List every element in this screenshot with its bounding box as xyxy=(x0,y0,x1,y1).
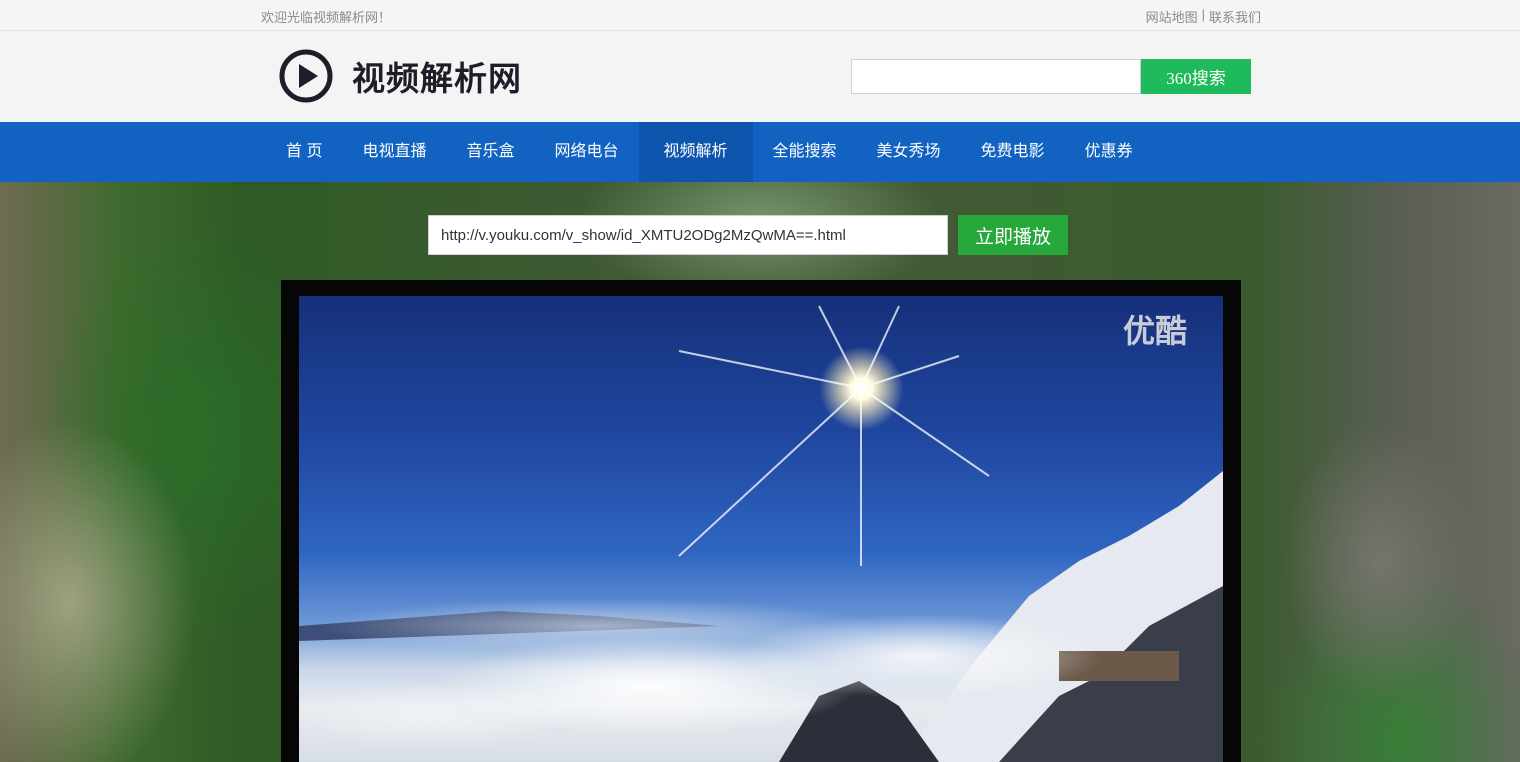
hero-section: 立即播放 优酷 xyxy=(0,182,1520,762)
nav-item-music-box[interactable]: 音乐盒 xyxy=(446,122,534,182)
top-links: 网站地图 | 联系我们 xyxy=(1146,7,1261,26)
logo-text: 视频解析网 xyxy=(352,59,522,98)
search-form: 360搜索 xyxy=(851,59,1251,94)
link-separator: | xyxy=(1201,7,1205,22)
video-frame: 优酷 xyxy=(299,296,1223,762)
nav-item-radio[interactable]: 网络电台 xyxy=(534,122,638,182)
youku-watermark: 优酷 xyxy=(1122,312,1187,350)
site-header: 视频解析网 360搜索 xyxy=(0,32,1520,122)
play-circle-icon xyxy=(278,48,334,104)
nav-item-search-all[interactable]: 全能搜索 xyxy=(753,122,857,182)
nav-item-beauty-show[interactable]: 美女秀场 xyxy=(857,122,961,182)
nav-item-video-parse[interactable]: 视频解析 xyxy=(638,122,753,182)
nav-item-home[interactable]: 首 页 xyxy=(266,122,342,182)
play-now-button[interactable]: 立即播放 xyxy=(958,215,1068,255)
nav-item-free-movies[interactable]: 免费电影 xyxy=(961,122,1065,182)
clouds-graphic xyxy=(299,596,1223,762)
sitemap-link[interactable]: 网站地图 xyxy=(1146,7,1198,26)
url-form: 立即播放 xyxy=(428,215,1068,255)
nav-item-coupons[interactable]: 优惠券 xyxy=(1065,122,1153,182)
video-url-input[interactable] xyxy=(428,215,948,255)
top-bar: 欢迎光临视频解析网！ 网站地图 | 联系我们 xyxy=(0,0,1520,31)
welcome-text: 欢迎光临视频解析网！ xyxy=(261,10,392,25)
video-player[interactable]: 优酷 xyxy=(281,280,1241,762)
search-input[interactable] xyxy=(851,59,1141,94)
nav-item-tv-live[interactable]: 电视直播 xyxy=(342,122,446,182)
search-button[interactable]: 360搜索 xyxy=(1141,59,1251,94)
site-logo[interactable]: 视频解析网 xyxy=(278,48,522,104)
contact-link[interactable]: 联系我们 xyxy=(1209,7,1261,26)
main-nav: 首 页 电视直播 音乐盒 网络电台 视频解析 全能搜索 美女秀场 免费电影 优惠… xyxy=(0,122,1520,182)
